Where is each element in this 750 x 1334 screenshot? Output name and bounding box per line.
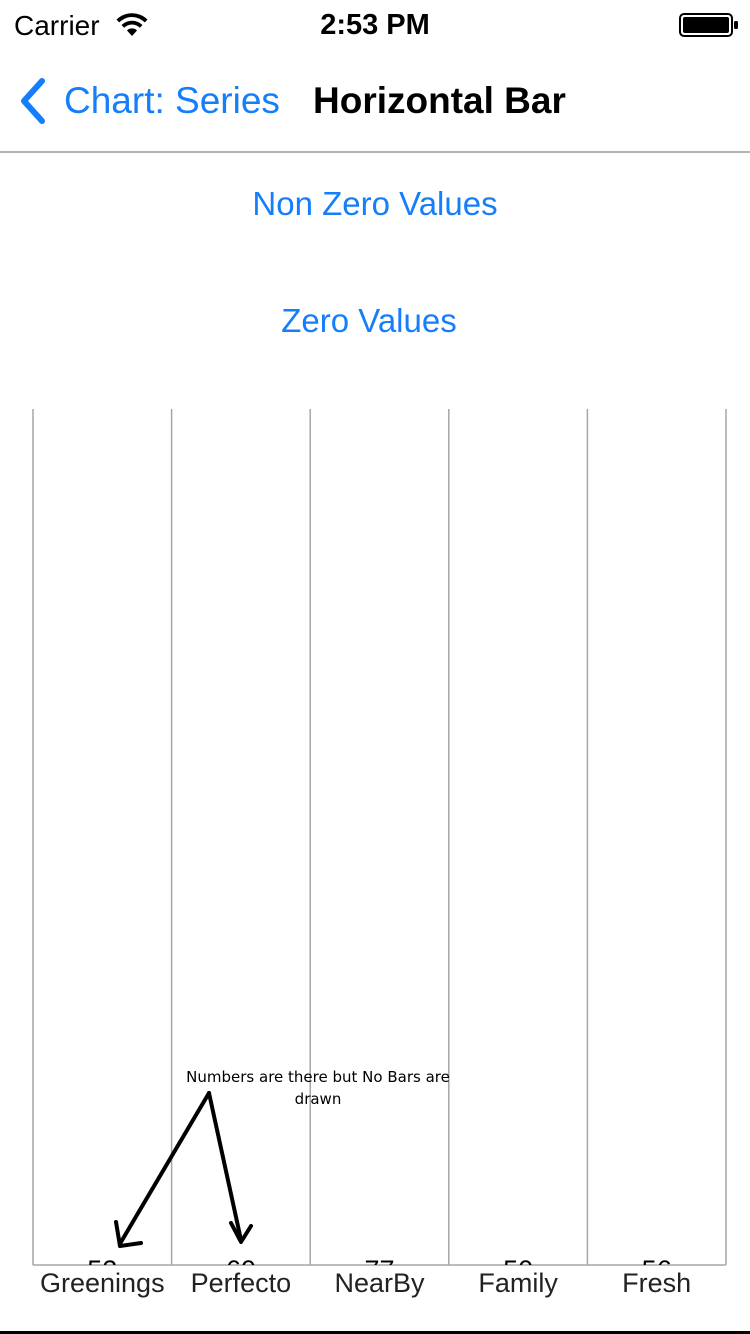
status-time: 2:53 PM — [320, 9, 430, 41]
category-label: NearBy — [334, 1268, 425, 1298]
annotation-arrow — [207, 1091, 243, 1242]
battery-icon — [679, 13, 738, 37]
back-button[interactable]: Chart: Series — [16, 76, 280, 126]
annotation-note: Numbers are there but No Bars are drawn — [186, 1068, 450, 1108]
category-label: Fresh — [622, 1268, 691, 1298]
back-button-label: Chart: Series — [64, 80, 280, 121]
annotation-arrow — [119, 1091, 211, 1244]
bar-chart: 52Greenings 60Perfecto 77NearBy 50Family 56F… — [32, 409, 727, 1298]
navigation-bar: Chart: Series Horizontal Bar — [0, 50, 750, 153]
chevron-left-icon — [21, 78, 45, 124]
page-title: Horizontal Bar — [313, 80, 566, 121]
category-label: Family — [478, 1268, 558, 1298]
category-label: Perfecto — [191, 1268, 292, 1298]
category-label: Greenings — [40, 1268, 165, 1298]
status-bar: Carrier 2:53 PM — [0, 0, 750, 50]
zero-values-button[interactable]: Zero Values — [0, 301, 744, 341]
non-zero-values-button[interactable]: Non Zero Values — [0, 184, 750, 224]
